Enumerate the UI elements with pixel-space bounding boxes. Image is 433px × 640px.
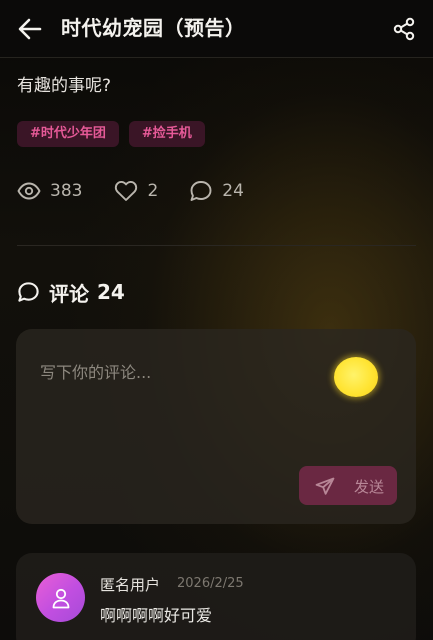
send-button[interactable]: 发送: [299, 466, 397, 505]
likes-count: 2: [147, 181, 159, 201]
views-count: 383: [50, 181, 83, 201]
send-label: 发送: [354, 478, 385, 496]
arrow-left-icon: [18, 18, 42, 40]
post-content: 有趣的事呢?: [17, 76, 112, 96]
comment-bubble-icon: [18, 282, 39, 302]
comment-stat[interactable]: 24: [189, 177, 244, 205]
back-button[interactable]: [14, 14, 46, 44]
comments-label: 评论: [49, 281, 89, 306]
comments-total: 24: [97, 280, 125, 304]
views-stat: 383: [17, 177, 82, 205]
eye-icon: [17, 182, 41, 200]
send-icon: [315, 477, 335, 495]
comment-date: 2026/2/25: [177, 576, 244, 591]
post-stats: 383 2 24: [17, 177, 244, 205]
top-bar: 时代幼宠园（预告）: [0, 0, 433, 58]
comment-author: 匿名用户: [100, 576, 161, 594]
touch-indicator: [334, 357, 378, 397]
comment-input[interactable]: [40, 359, 320, 449]
divider: [17, 245, 416, 246]
share-icon: [393, 17, 415, 41]
tag-chip[interactable]: #捡手机: [128, 121, 205, 147]
tag-chip[interactable]: #时代少年团: [17, 121, 119, 147]
like-button[interactable]: 2: [114, 177, 158, 205]
comments-count: 24: [222, 181, 244, 201]
comment-text: 啊啊啊啊好可爱: [100, 606, 213, 625]
comment-compose-box: 发送: [16, 329, 416, 524]
heart-icon: [115, 181, 138, 201]
user-icon: [52, 588, 69, 608]
comments-header: 评论 24: [17, 278, 125, 306]
page-title: 时代幼宠园（预告）: [61, 16, 246, 40]
comment-bubble-icon: [190, 181, 212, 201]
avatar[interactable]: [36, 573, 85, 622]
share-button[interactable]: [389, 14, 419, 44]
comment-item: 匿名用户 2026/2/25 啊啊啊啊好可爱: [16, 553, 416, 640]
tag-list: #时代少年团 #捡手机: [17, 121, 205, 147]
